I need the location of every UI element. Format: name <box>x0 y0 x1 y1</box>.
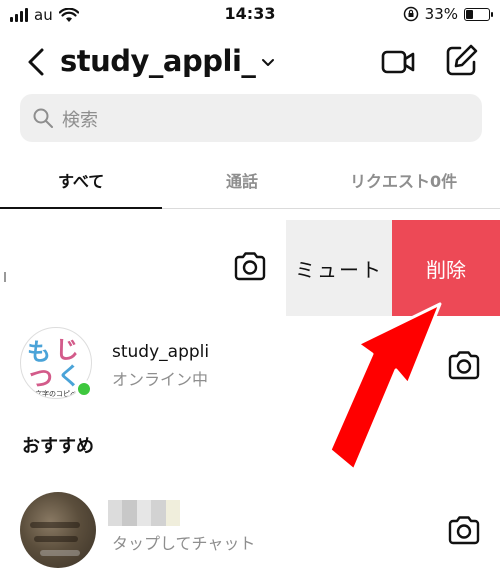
search-icon <box>33 108 53 128</box>
camera-icon[interactable] <box>232 248 268 284</box>
search-placeholder: 検索 <box>62 110 98 131</box>
page-title[interactable]: study_appli_ <box>60 44 256 78</box>
search-input[interactable]: 検索 <box>20 94 482 142</box>
tab-calls[interactable]: 通話 <box>226 168 258 192</box>
svg-text:も: も <box>27 338 51 366</box>
suggestion-row[interactable]: タップしてチャット <box>0 488 500 568</box>
camera-icon[interactable] <box>446 512 482 548</box>
chevron-down-icon[interactable] <box>258 52 278 72</box>
tab-bar: すべて 通話 リクエスト0件 <box>0 160 500 210</box>
status-right: 33% <box>403 5 493 23</box>
avatar <box>20 492 96 568</box>
battery-percent: 33% <box>424 5 458 23</box>
row-edge-mark <box>4 272 6 282</box>
video-camera-icon[interactable] <box>380 44 416 80</box>
conversation-status: オンライン中 <box>112 370 209 389</box>
tab-all[interactable]: すべて <box>58 168 104 192</box>
tab-active-indicator <box>0 207 162 209</box>
blurred-username <box>108 500 181 526</box>
svg-text:文字のコピペ: 文字のコピペ <box>35 389 77 398</box>
tab-requests[interactable]: リクエスト0件 <box>350 168 457 192</box>
camera-icon[interactable] <box>446 347 482 383</box>
rotation-lock-icon <box>403 6 418 22</box>
battery-fill <box>466 9 473 19</box>
status-bar: au 14:33 33% <box>0 0 500 30</box>
edit-icon[interactable] <box>444 42 480 78</box>
suggestions-heading: おすすめ <box>22 436 94 457</box>
svg-text:つ: つ <box>29 364 53 392</box>
svg-text:じ: じ <box>55 336 79 364</box>
back-icon[interactable] <box>22 44 50 80</box>
suggestion-subtitle: タップしてチャット <box>112 534 256 553</box>
battery-icon <box>464 7 493 21</box>
online-indicator <box>75 380 93 398</box>
header: study_appli_ <box>0 38 500 86</box>
conversation-name: study_appli <box>112 342 210 362</box>
red-arrow-annotation <box>330 302 442 472</box>
